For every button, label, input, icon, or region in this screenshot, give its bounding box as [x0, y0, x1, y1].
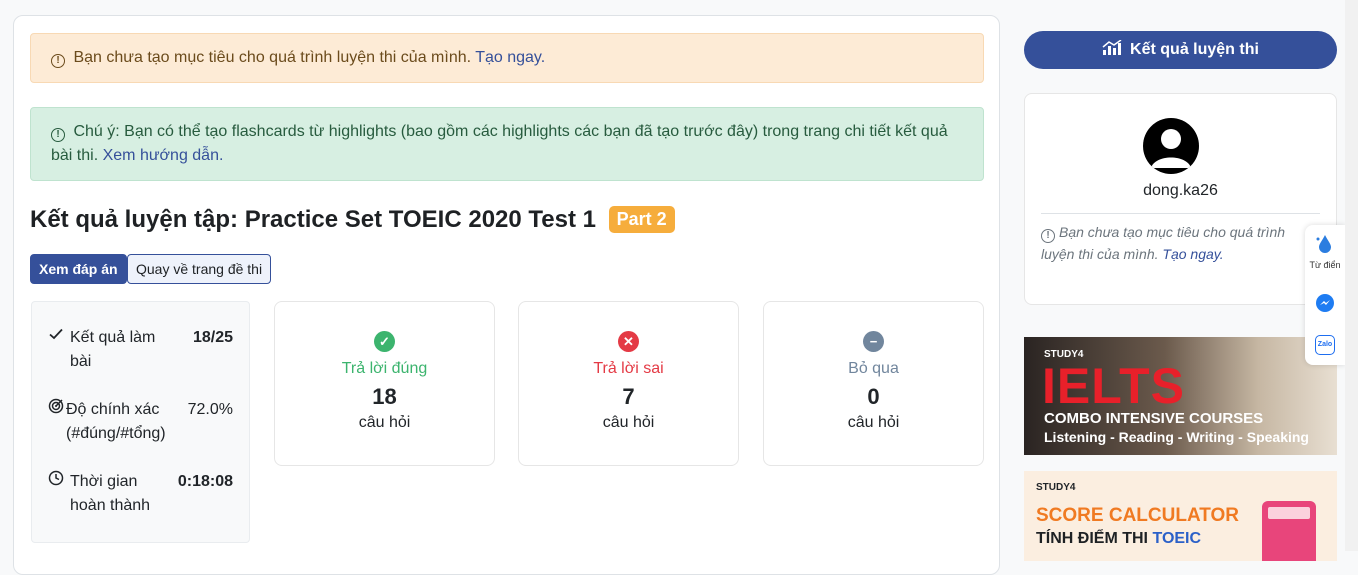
stat-label: Trả lời sai	[593, 360, 664, 377]
score-subtitle: TÍNH ĐIỂM THI TOEIC	[1036, 530, 1201, 548]
create-goal-link[interactable]: Tạo ngay.	[475, 49, 545, 66]
page-title: Kết quả luyện tập: Practice Set TOEIC 20…	[30, 206, 675, 234]
back-to-test-button[interactable]: Quay về trang đề thi	[127, 254, 272, 284]
scrollbar[interactable]	[1345, 0, 1358, 551]
stat-label: Trả lời đúng	[341, 360, 428, 377]
accuracy-value: 72.0%	[187, 401, 233, 418]
clock-icon	[48, 470, 70, 518]
score-label: Kết quả làm bài	[70, 329, 156, 370]
profile-card: dong.ka26 ! Bạn chưa tạo mục tiêu cho quá…	[1024, 93, 1337, 305]
stat-card-correct: ✓ Trả lời đúng 18 câu hỏi	[274, 301, 495, 466]
stat-unit: câu hỏi	[847, 414, 900, 431]
stat-card-skipped: − Bỏ qua 0 câu hỏi	[763, 301, 984, 466]
zalo-icon: Zalo	[1315, 335, 1335, 355]
test-results-label: Kết quả luyện thi	[1130, 41, 1259, 58]
test-results-button[interactable]: Kết quả luyện thi	[1024, 31, 1337, 69]
x-circle-icon: ✕	[618, 331, 639, 352]
accuracy-row: Độ chính xác (#đúng/#tổng) 72.0%	[48, 398, 233, 446]
minus-circle-icon: −	[863, 331, 884, 352]
ielts-skills: Listening - Reading - Writing - Speaking	[1044, 429, 1309, 445]
score-row: Kết quả làm bài 18/25	[48, 326, 233, 374]
dictionary-label: Từ điển	[1309, 260, 1341, 270]
info-icon: !	[51, 54, 65, 68]
check-circle-icon: ✓	[374, 331, 395, 352]
banner-brand: STUDY4	[1036, 482, 1076, 493]
flashcard-note-alert: ! Chú ý: Bạn có thể tạo flashcards từ hi…	[30, 107, 984, 181]
stat-count: 0	[867, 384, 880, 409]
ielts-title: IELTS	[1042, 358, 1185, 414]
time-row: Thời gian hoàn thành 0:18:08	[48, 470, 233, 518]
ielts-banner[interactable]: STUDY4 IELTS COMBO INTENSIVE COURSES Lis…	[1024, 337, 1337, 455]
stat-label: Bỏ qua	[848, 360, 899, 377]
messenger-tool[interactable]	[1305, 293, 1345, 318]
score-subtitle-highlight: TOEIC	[1152, 530, 1202, 547]
view-guide-link[interactable]: Xem hướng dẫn.	[103, 147, 224, 164]
floating-tools: Từ điển Zalo	[1305, 225, 1345, 365]
ielts-subtitle: COMBO INTENSIVE COURSES	[1044, 410, 1264, 427]
stat-card-wrong: ✕ Trả lời sai 7 câu hỏi	[518, 301, 739, 466]
accuracy-label: Độ chính xác (#đúng/#tổng)	[66, 401, 166, 442]
result-card: ! Bạn chưa tạo mục tiêu cho quá trình lu…	[13, 15, 1000, 575]
result-summary: Kết quả làm bài 18/25 Độ chính xác (#đún…	[31, 301, 250, 543]
goal-alert: ! Bạn chưa tạo mục tiêu cho quá trình lu…	[30, 33, 984, 83]
score-title: SCORE CALCULATOR	[1036, 505, 1240, 526]
part-badge: Part 2	[608, 206, 675, 233]
water-drop-icon	[1316, 235, 1331, 253]
info-icon: !	[51, 128, 65, 142]
goal-alert-text: Bạn chưa tạo mục tiêu cho quá trình luyệ…	[73, 49, 472, 66]
stat-count: 7	[622, 384, 635, 409]
score-subtitle-prefix: TÍNH ĐIỂM THI	[1036, 530, 1148, 547]
info-icon: !	[1041, 229, 1055, 243]
zalo-tool[interactable]: Zalo	[1305, 333, 1345, 355]
target-icon	[48, 398, 66, 446]
dictionary-tool[interactable]: Từ điển	[1305, 233, 1345, 270]
stat-unit: câu hỏi	[358, 414, 411, 431]
stat-count: 18	[372, 384, 397, 409]
messenger-icon	[1316, 294, 1334, 312]
page-title-text: Kết quả luyện tập: Practice Set TOEIC 20…	[30, 206, 596, 233]
profile-create-goal-link[interactable]: Tạo ngay.	[1162, 246, 1223, 262]
profile-goal-note: ! Bạn chưa tạo mục tiêu cho quá trình luy…	[1041, 221, 1320, 265]
calculator-icon	[1262, 501, 1316, 561]
chart-icon	[1102, 39, 1122, 55]
score-value: 18/25	[192, 329, 233, 346]
stat-unit: câu hỏi	[602, 414, 655, 431]
avatar[interactable]	[1143, 118, 1199, 174]
username: dong.ka26	[1143, 182, 1218, 199]
score-calculator-banner[interactable]: STUDY4 SCORE CALCULATOR TÍNH ĐIỂM THI TO…	[1024, 471, 1337, 561]
time-value: 0:18:08	[177, 473, 233, 490]
check-icon	[48, 326, 70, 374]
time-label: Thời gian hoàn thành	[70, 473, 151, 514]
view-answers-button[interactable]: Xem đáp án	[30, 254, 127, 284]
divider	[1041, 213, 1320, 214]
